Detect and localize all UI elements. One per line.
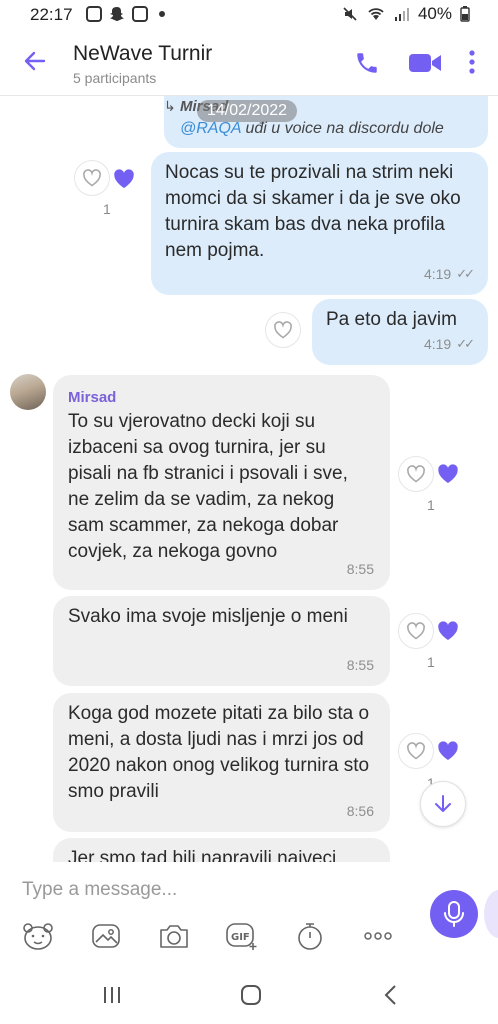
message-text: Jer smo tad bili napravili najveci — [68, 848, 337, 862]
message-bubble-incoming[interactable]: Jer smo tad bili napravili najveci — [53, 838, 390, 862]
back-chevron-icon — [384, 985, 396, 1005]
mention-link[interactable]: @RAQA — [180, 120, 241, 137]
heart-outline-icon — [407, 622, 425, 640]
message-text: Nocas su te prozivali na strim neki momc… — [165, 162, 461, 261]
message-bubble-incoming[interactable]: Svako ima svoje misljenje o meni 8:55 — [53, 596, 390, 686]
timer-button[interactable] — [292, 918, 328, 954]
heart-outline-icon — [274, 321, 292, 339]
camera-icon — [160, 925, 188, 948]
message-time: 8:55 — [346, 657, 374, 673]
camera-button[interactable] — [156, 918, 192, 954]
like-count: 1 — [427, 654, 435, 670]
phone-icon[interactable] — [354, 50, 380, 76]
sticker-button[interactable] — [20, 918, 56, 954]
chat-header: NeWave Turnir 5 participants — [0, 30, 498, 96]
like-button[interactable] — [398, 456, 434, 492]
composer-toolbar: GIF — [0, 918, 420, 954]
avatar[interactable] — [10, 374, 46, 410]
message-text: Svako ima svoje misljenje o meni — [68, 606, 348, 627]
status-time: 22:17 — [30, 5, 73, 24]
message-list[interactable]: ↳ Mirsad @RAQA uđi u voice na discordu d… — [0, 96, 498, 862]
heart-filled-icon[interactable] — [112, 167, 136, 191]
system-navigation-bar — [0, 962, 498, 1024]
app-notification-icon — [132, 6, 148, 22]
more-vertical-icon[interactable] — [466, 48, 478, 76]
message-bubble-outgoing[interactable]: Pa eto da javim 4:19 ✓✓ — [312, 299, 488, 365]
sticker-bear-icon — [23, 923, 53, 950]
instagram-icon — [86, 6, 102, 22]
signal-icon — [394, 8, 409, 21]
message-text: Koga god mozete pitati za bilo sta o men… — [68, 703, 370, 802]
message-bubble-incoming[interactable]: Koga god mozete pitati za bilo sta o men… — [53, 693, 390, 832]
video-camera-icon[interactable] — [408, 52, 442, 74]
like-button[interactable] — [74, 160, 110, 196]
like-count: 1 — [103, 201, 111, 217]
recent-apps-icon — [104, 987, 120, 1003]
message-time: 4:19 ✓✓ — [424, 331, 475, 357]
notification-icons — [86, 6, 165, 22]
message-bubble-outgoing[interactable]: Nocas su te prozivali na strim neki momc… — [151, 152, 488, 295]
heart-outline-icon — [407, 742, 425, 760]
more-notifications-icon — [159, 11, 165, 17]
timer-icon — [298, 923, 322, 950]
back-button[interactable] — [378, 982, 404, 1008]
quote-text: @RAQA uđi u voice na discordu dole — [180, 120, 444, 137]
like-button[interactable] — [398, 613, 434, 649]
like-button[interactable] — [265, 312, 301, 348]
heart-filled-icon[interactable] — [436, 739, 460, 763]
more-options-button[interactable] — [360, 918, 396, 954]
reply-arrow-icon: ↳ — [164, 98, 176, 114]
recent-apps-button[interactable] — [99, 982, 125, 1008]
like-button[interactable] — [398, 733, 434, 769]
message-time: 4:19 ✓✓ — [424, 261, 475, 287]
battery-level: 40% — [417, 4, 452, 23]
message-time: 8:55 — [346, 561, 374, 577]
message-time: 8:56 — [346, 803, 374, 819]
status-bar: 22:17 40% — [0, 0, 498, 30]
more-horizontal-icon — [364, 932, 392, 940]
snapchat-icon — [110, 7, 124, 21]
message-text: Pa eto da javim — [326, 309, 457, 330]
delivered-ticks-icon: ✓✓ — [456, 266, 475, 281]
gif-icon: GIF — [226, 923, 257, 950]
mic-shadow — [484, 890, 498, 938]
microphone-icon — [444, 901, 464, 927]
date-separator: 14/02/2022 — [197, 100, 298, 122]
home-button[interactable] — [238, 982, 264, 1008]
arrow-down-icon — [435, 795, 451, 812]
heart-outline-icon — [83, 169, 101, 187]
message-bubble-incoming[interactable]: Mirsad To su vjerovatno decki koji su iz… — [53, 375, 390, 590]
voice-message-button[interactable] — [430, 890, 478, 938]
message-sender[interactable]: Mirsad — [68, 385, 116, 411]
heart-outline-icon — [407, 465, 425, 483]
like-count: 1 — [427, 497, 435, 513]
participants-count[interactable]: 5 participants — [73, 70, 156, 86]
gallery-icon — [92, 924, 120, 948]
back-arrow-icon[interactable] — [22, 48, 48, 74]
home-icon — [241, 985, 261, 1005]
delivered-ticks-icon: ✓✓ — [456, 336, 475, 351]
svg-text:GIF: GIF — [231, 932, 250, 943]
message-text: To su vjerovatno decki koji su izbaceni … — [68, 411, 348, 562]
chat-title[interactable]: NeWave Turnir — [73, 42, 212, 66]
composer: GIF — [0, 862, 498, 962]
message-input[interactable] — [22, 876, 402, 904]
wifi-icon — [368, 8, 384, 20]
gallery-button[interactable] — [88, 918, 124, 954]
scroll-to-bottom-button[interactable] — [420, 781, 466, 827]
gif-button[interactable]: GIF — [224, 918, 260, 954]
heart-filled-icon[interactable] — [436, 462, 460, 486]
mute-icon — [343, 7, 357, 21]
heart-filled-icon[interactable] — [436, 619, 460, 643]
system-icons: 40% — [342, 4, 470, 24]
battery-icon — [460, 6, 470, 22]
